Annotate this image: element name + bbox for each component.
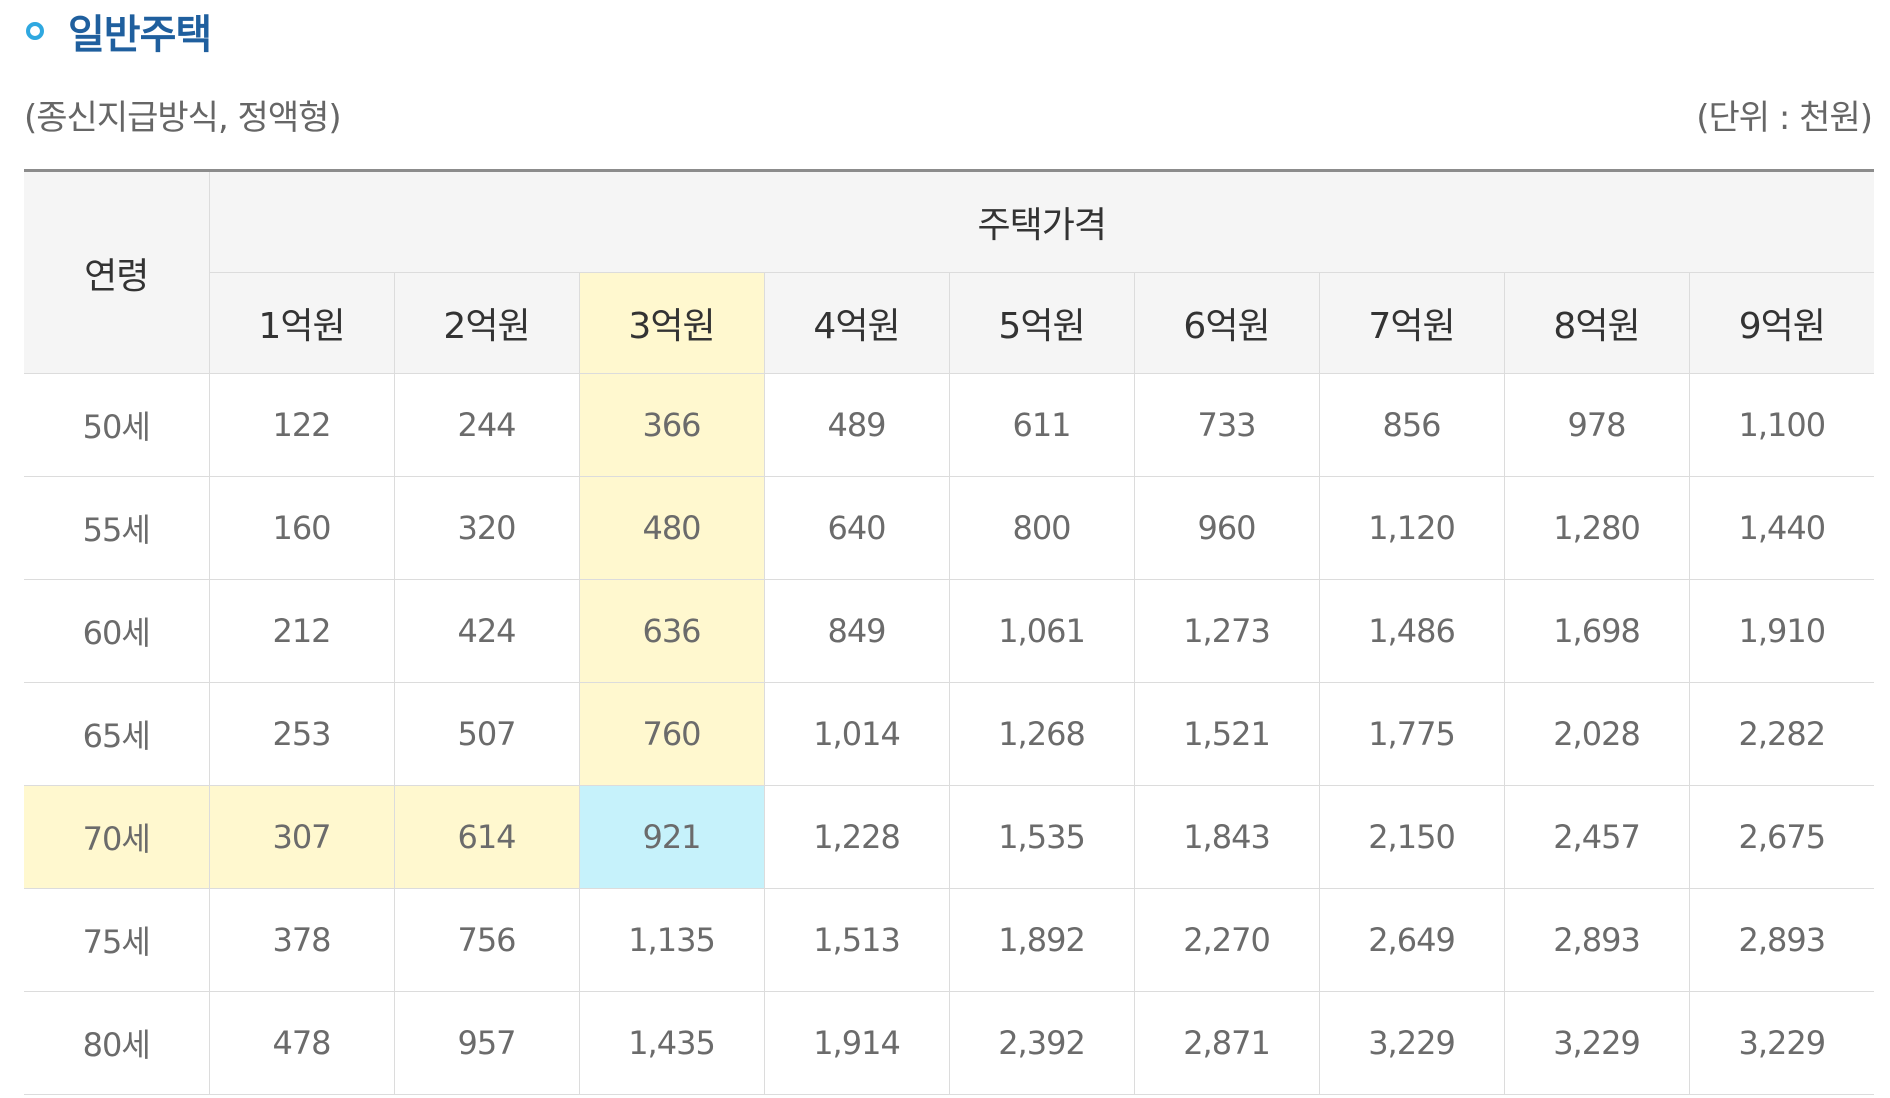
value-cell: 2,282 <box>1688 682 1875 786</box>
value-cell: 1,435 <box>578 991 765 1095</box>
selected-value-cell: 921 <box>578 785 765 889</box>
pension-amount-table: 연령 주택가격 1억원 2억원 3억원 4억원 5억원 6억원 7억원 8억원 … <box>24 169 1875 1095</box>
value-cell: 1,120 <box>1318 476 1505 580</box>
value-cell: 1,910 <box>1688 579 1875 683</box>
value-cell: 2,270 <box>1133 888 1320 992</box>
value-cell: 3,229 <box>1688 991 1875 1095</box>
price-header-5: 5억원 <box>948 272 1135 374</box>
value-cell: 366 <box>578 373 765 477</box>
value-cell: 1,268 <box>948 682 1135 786</box>
value-cell: 480 <box>578 476 765 580</box>
value-cell: 478 <box>208 991 395 1095</box>
value-cell: 856 <box>1318 373 1505 477</box>
value-cell: 2,893 <box>1688 888 1875 992</box>
price-header-6: 6억원 <box>1133 272 1320 374</box>
value-cell: 614 <box>393 785 580 889</box>
value-cell: 1,440 <box>1688 476 1875 580</box>
payment-method-caption: (종신지급방식, 정액형) <box>24 98 342 138</box>
value-cell: 2,649 <box>1318 888 1505 992</box>
value-cell: 2,457 <box>1503 785 1690 889</box>
value-cell: 2,871 <box>1133 991 1320 1095</box>
value-cell: 636 <box>578 579 765 683</box>
value-cell: 1,521 <box>1133 682 1320 786</box>
value-cell: 122 <box>208 373 395 477</box>
value-cell: 2,893 <box>1503 888 1690 992</box>
value-cell: 760 <box>578 682 765 786</box>
price-header-7: 7억원 <box>1318 272 1505 374</box>
value-cell: 800 <box>948 476 1135 580</box>
value-cell: 1,228 <box>763 785 950 889</box>
value-cell: 1,135 <box>578 888 765 992</box>
value-cell: 320 <box>393 476 580 580</box>
value-cell: 2,675 <box>1688 785 1875 889</box>
value-cell: 1,100 <box>1688 373 1875 477</box>
value-cell: 160 <box>208 476 395 580</box>
value-cell: 489 <box>763 373 950 477</box>
value-cell: 3,229 <box>1503 991 1690 1095</box>
value-cell: 756 <box>393 888 580 992</box>
value-cell: 1,061 <box>948 579 1135 683</box>
table-row: 75세 378 756 1,135 1,513 1,892 2,270 2,64… <box>24 888 1875 992</box>
value-cell: 253 <box>208 682 395 786</box>
value-cell: 1,280 <box>1503 476 1690 580</box>
section-title: 일반주택 <box>68 12 212 58</box>
table-row: 60세 212 424 636 849 1,061 1,273 1,486 1,… <box>24 579 1875 683</box>
age-cell: 50세 <box>24 373 210 477</box>
value-cell: 1,843 <box>1133 785 1320 889</box>
price-header-9: 9억원 <box>1688 272 1875 374</box>
age-cell: 60세 <box>24 579 210 683</box>
price-header-1: 1억원 <box>209 272 395 374</box>
price-header-4: 4억원 <box>763 272 950 374</box>
unit-caption: (단위 : 천원) <box>1696 98 1873 138</box>
value-cell: 2,392 <box>948 991 1135 1095</box>
table-row: 65세 253 507 760 1,014 1,268 1,521 1,775 … <box>24 682 1875 786</box>
value-cell: 640 <box>763 476 950 580</box>
table-row: 55세 160 320 480 640 800 960 1,120 1,280 … <box>24 476 1875 580</box>
value-cell: 507 <box>393 682 580 786</box>
header-row-prices: 1억원 2억원 3억원 4억원 5억원 6억원 7억원 8억원 9억원 <box>24 272 1875 374</box>
table-row-highlighted: 70세 307 614 921 1,228 1,535 1,843 2,150 … <box>24 785 1875 889</box>
table-row: 80세 478 957 1,435 1,914 2,392 2,871 3,22… <box>24 991 1875 1095</box>
circle-bullet-icon <box>26 22 44 40</box>
value-cell: 849 <box>763 579 950 683</box>
price-header-8: 8억원 <box>1503 272 1690 374</box>
age-header: 연령 <box>24 170 210 374</box>
value-cell: 378 <box>208 888 395 992</box>
table-row: 50세 122 244 366 489 611 733 856 978 1,10… <box>24 373 1875 477</box>
value-cell: 1,273 <box>1133 579 1320 683</box>
value-cell: 3,229 <box>1318 991 1505 1095</box>
age-cell: 65세 <box>24 682 210 786</box>
value-cell: 212 <box>208 579 395 683</box>
section-heading: 일반주택 <box>24 6 212 58</box>
value-cell: 733 <box>1133 373 1320 477</box>
value-cell: 957 <box>393 991 580 1095</box>
age-cell: 75세 <box>24 888 210 992</box>
value-cell: 244 <box>393 373 580 477</box>
age-cell: 70세 <box>24 785 210 889</box>
value-cell: 1,892 <box>948 888 1135 992</box>
value-cell: 978 <box>1503 373 1690 477</box>
value-cell: 611 <box>948 373 1135 477</box>
value-cell: 1,513 <box>763 888 950 992</box>
value-cell: 1,486 <box>1318 579 1505 683</box>
header-row-group: 연령 주택가격 <box>24 170 1875 374</box>
value-cell: 1,535 <box>948 785 1135 889</box>
age-cell: 55세 <box>24 476 210 580</box>
value-cell: 1,014 <box>763 682 950 786</box>
value-cell: 1,775 <box>1318 682 1505 786</box>
value-cell: 424 <box>393 579 580 683</box>
price-group-header: 주택가격 <box>208 170 1875 273</box>
value-cell: 2,150 <box>1318 785 1505 889</box>
price-header-2: 2억원 <box>393 272 580 374</box>
age-cell: 80세 <box>24 991 210 1095</box>
value-cell: 307 <box>208 785 395 889</box>
value-cell: 1,698 <box>1503 579 1690 683</box>
price-header-3: 3억원 <box>578 272 765 374</box>
value-cell: 960 <box>1133 476 1320 580</box>
value-cell: 2,028 <box>1503 682 1690 786</box>
value-cell: 1,914 <box>763 991 950 1095</box>
